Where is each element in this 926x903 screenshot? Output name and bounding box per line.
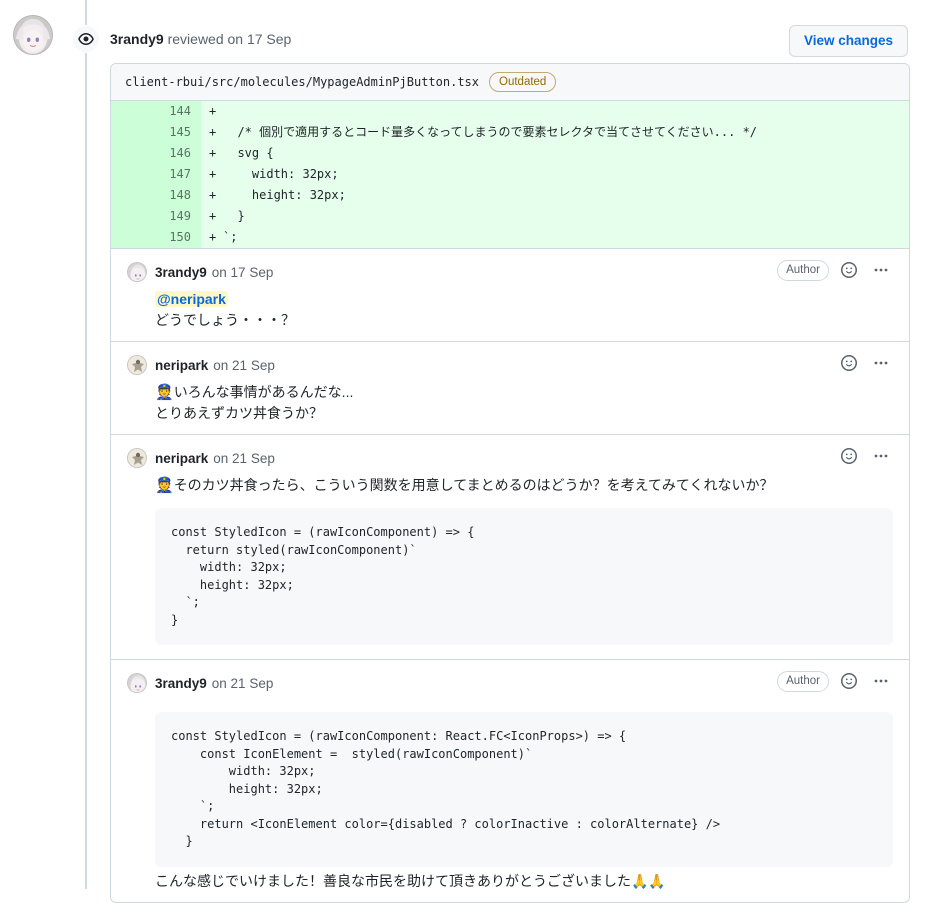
diff-line[interactable]: 144 + <box>111 101 909 122</box>
comment-author[interactable]: neripark <box>155 358 208 373</box>
diff-line-code: width: 32px; <box>223 164 909 185</box>
comment-body: @neripark どうでしょう・・・？ <box>127 283 893 331</box>
diff-line-code: } <box>223 206 909 227</box>
status-badge-outdated: Outdated <box>489 72 557 92</box>
comment-actions: Author <box>777 669 893 693</box>
avatar-image <box>14 16 52 54</box>
diff-line-code <box>223 101 909 122</box>
comment-date: on 21 Sep <box>211 675 274 691</box>
police-officer-emoji: 👮 <box>155 383 174 401</box>
comment-item: neripark on 21 Sep 👮そのカツ丼食ったら、こういう関数を用意し… <box>111 434 909 659</box>
author-badge: Author <box>777 259 829 281</box>
comment-text-line-1: 👮いろんな事情があるんだな... <box>155 382 893 403</box>
avatar-image <box>128 449 146 467</box>
comment-text: いろんな事情があるんだな... <box>173 384 354 400</box>
avatar[interactable] <box>127 355 147 375</box>
comment-date: on 21 Sep <box>213 450 275 466</box>
pr-review-timeline: 3randy9 reviewed on 17 Sep View changes … <box>0 0 926 903</box>
diff-line[interactable]: 148 + height: 32px; <box>111 185 909 206</box>
diff-line[interactable]: 145 + /* 個別で適用するとコード量多くなってしまうので要素セレクタで当て… <box>111 122 909 143</box>
avatar[interactable] <box>13 15 53 55</box>
user-mention[interactable]: @neripark <box>155 291 228 307</box>
comment-mention-line: @neripark <box>155 289 893 310</box>
diff-file-header: client-rbui/src/molecules/MypageAdminPjB… <box>111 64 909 101</box>
diff-line[interactable]: 146 + svg { <box>111 143 909 164</box>
comment-text: そのカツ丼食ったら、こういう関数を用意してまとめるのはどうか？を考えてみてくれな… <box>173 477 774 493</box>
diff-line-marker: + <box>201 185 223 206</box>
comment-date: on 17 Sep <box>211 264 274 280</box>
comment-text-line-1: 👮そのカツ丼食ったら、こういう関数を用意してまとめるのはどうか？を考えてみてくれ… <box>155 475 893 496</box>
comment-header: 3randy9 on 17 Sep Author <box>127 258 893 283</box>
diff-line-marker: + <box>201 227 223 248</box>
diff-line-code: `; <box>223 227 909 248</box>
diff-file-path[interactable]: client-rbui/src/molecules/MypageAdminPjB… <box>125 75 479 89</box>
code-block: const StyledIcon = (rawIconComponent) =>… <box>155 508 893 645</box>
diff-line-code: /* 個別で適用するとコード量多くなってしまうので要素セレクタで当てさせてくださ… <box>223 122 909 143</box>
smiley-face-icon[interactable] <box>837 444 861 468</box>
comment-actions <box>837 444 893 468</box>
diff-line-marker: + <box>201 122 223 143</box>
comment-text-line-2: とりあえずカツ丼食うか？ <box>155 405 323 421</box>
comment-header: 3randy9 on 21 Sep Author <box>127 669 893 694</box>
diff-hunk: 144 + 145 + /* 個別で適用するとコード量多くなってしまうので要素セ… <box>111 101 909 248</box>
diff-line-number: 148 <box>111 185 201 206</box>
diff-line-marker: + <box>201 164 223 185</box>
review-author[interactable]: 3randy9 <box>110 31 164 47</box>
comment-item: 3randy9 on 21 Sep Author const StyledIco… <box>111 659 909 902</box>
smiley-face-icon[interactable] <box>837 351 861 375</box>
comment-author[interactable]: 3randy9 <box>155 676 207 691</box>
avatar-image <box>128 674 146 692</box>
comment-header: neripark on 21 Sep <box>127 354 893 376</box>
kebab-menu-icon[interactable] <box>869 351 893 375</box>
author-badge: Author <box>777 670 829 692</box>
view-changes-button[interactable]: View changes <box>788 25 908 57</box>
diff-line[interactable]: 150 + `; <box>111 227 909 248</box>
smiley-face-icon[interactable] <box>837 258 861 282</box>
comment-actions: Author <box>777 258 893 282</box>
avatar[interactable] <box>127 262 147 282</box>
diff-line-marker: + <box>201 206 223 227</box>
comment-body: 👮そのカツ丼食ったら、こういう関数を用意してまとめるのはどうか？を考えてみてくれ… <box>127 469 893 645</box>
review-thread-card: client-rbui/src/molecules/MypageAdminPjB… <box>110 63 910 903</box>
code-block: const StyledIcon = (rawIconComponent: Re… <box>155 712 893 867</box>
diff-line-number: 145 <box>111 122 201 143</box>
comment-body: 👮いろんな事情があるんだな... とりあえずカツ丼食うか？ <box>127 376 893 424</box>
timeline-rail <box>85 0 87 889</box>
kebab-menu-icon[interactable] <box>869 444 893 468</box>
avatar[interactable] <box>127 448 147 468</box>
kebab-menu-icon[interactable] <box>869 669 893 693</box>
diff-line-marker: + <box>201 143 223 164</box>
avatar-image <box>128 356 146 374</box>
comment-text: こんな感じでいけました！善良な市民を助けて頂きありがとうございました🙏🙏 <box>155 872 666 889</box>
diff-line-number: 150 <box>111 227 201 248</box>
police-officer-emoji: 👮 <box>155 476 174 494</box>
review-action: reviewed on 17 Sep <box>167 31 292 47</box>
diff-line-code: height: 32px; <box>223 185 909 206</box>
eye-icon <box>72 25 100 53</box>
diff-line-code: svg { <box>223 143 909 164</box>
comment-author[interactable]: neripark <box>155 451 208 466</box>
review-title-text: 3randy9 reviewed on 17 Sep <box>110 29 291 49</box>
diff-line-number: 146 <box>111 143 201 164</box>
comment-item: neripark on 21 Sep 👮いろんな事情があるんだな... とりあえ… <box>111 341 909 434</box>
smiley-face-icon[interactable] <box>837 669 861 693</box>
comment-date: on 21 Sep <box>213 357 275 373</box>
comment-header: neripark on 21 Sep <box>127 447 893 469</box>
diff-line[interactable]: 149 + } <box>111 206 909 227</box>
diff-line-number: 149 <box>111 206 201 227</box>
diff-line-number: 147 <box>111 164 201 185</box>
avatar[interactable] <box>127 673 147 693</box>
comment-body: const StyledIcon = (rawIconComponent: Re… <box>127 694 893 892</box>
comment-author[interactable]: 3randy9 <box>155 265 207 280</box>
comment-text: どうでしょう・・・？ <box>155 312 295 328</box>
diff-line-marker: + <box>201 101 223 122</box>
diff-line[interactable]: 147 + width: 32px; <box>111 164 909 185</box>
diff-line-number: 144 <box>111 101 201 122</box>
avatar-image <box>128 263 146 281</box>
comment-actions <box>837 351 893 375</box>
kebab-menu-icon[interactable] <box>869 258 893 282</box>
comment-item: 3randy9 on 17 Sep Author @neripark どうでしょ… <box>111 248 909 341</box>
